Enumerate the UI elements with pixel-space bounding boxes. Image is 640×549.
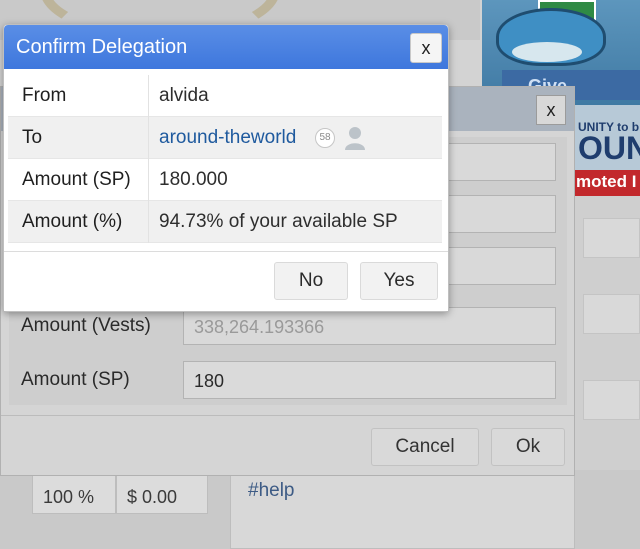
help-tag-link[interactable]: #help [248, 480, 295, 502]
sp-label: Amount (SP) [21, 369, 130, 390]
confirm-delegation-dialog: Confirm Delegation x From alvida To arou… [3, 24, 449, 312]
table-row-from: From alvida [8, 75, 442, 117]
confirm-dialog-titlebar: Confirm Delegation x [4, 25, 448, 69]
confirm-dialog-footer: No Yes [4, 251, 448, 311]
side-cell [583, 380, 640, 420]
row-key: From [22, 85, 67, 106]
table-row-amount-sp: Amount (SP) 180.000 [8, 159, 442, 201]
banner-promoted-text: moted I [576, 172, 637, 191]
percent-cell: 100 % [32, 474, 116, 514]
sp-amount-input[interactable]: 180 [183, 361, 556, 399]
ok-button[interactable]: Ok [491, 428, 565, 466]
confirm-dialog-title: Confirm Delegation [16, 36, 188, 58]
reputation-badge: 58 [315, 128, 335, 148]
vests-label: Amount (Vests) [21, 315, 151, 336]
delegate-dialog-footer: Cancel Ok [1, 415, 574, 475]
row-key: Amount (%) [22, 211, 123, 232]
row-key: To [22, 127, 43, 148]
confirm-close-button[interactable]: x [410, 33, 442, 63]
table-row-amount-percent: Amount (%) 94.73% of your available SP [8, 201, 442, 243]
sp-row: Amount (SP) 180 [9, 355, 567, 407]
from-value: alvida [159, 85, 209, 106]
column-divider [148, 159, 149, 201]
user-avatar-icon[interactable] [344, 126, 366, 150]
table-row-to: To around-theworld 58 [8, 117, 442, 159]
column-divider [148, 201, 149, 243]
yes-button[interactable]: Yes [360, 262, 438, 300]
column-divider [148, 117, 149, 159]
confirm-details-table: From alvida To around-theworld 58 Amount… [8, 75, 442, 243]
column-divider [148, 75, 149, 117]
no-button[interactable]: No [274, 262, 348, 300]
whale-belly [512, 42, 582, 62]
vests-field[interactable]: 338,264.193366 [183, 307, 556, 345]
delegate-dialog-close-button[interactable]: x [536, 95, 566, 125]
amount-cell: $ 0.00 [116, 474, 208, 514]
amount-sp-value: 180.000 [159, 169, 228, 190]
cancel-button[interactable]: Cancel [371, 428, 479, 466]
side-cell [583, 218, 640, 258]
row-key: Amount (SP) [22, 169, 131, 190]
amount-percent-value: 94.73% of your available SP [159, 211, 398, 232]
side-cell [583, 294, 640, 334]
banner-big-text: OUN [578, 130, 640, 166]
recipient-link[interactable]: around-theworld [159, 127, 296, 149]
